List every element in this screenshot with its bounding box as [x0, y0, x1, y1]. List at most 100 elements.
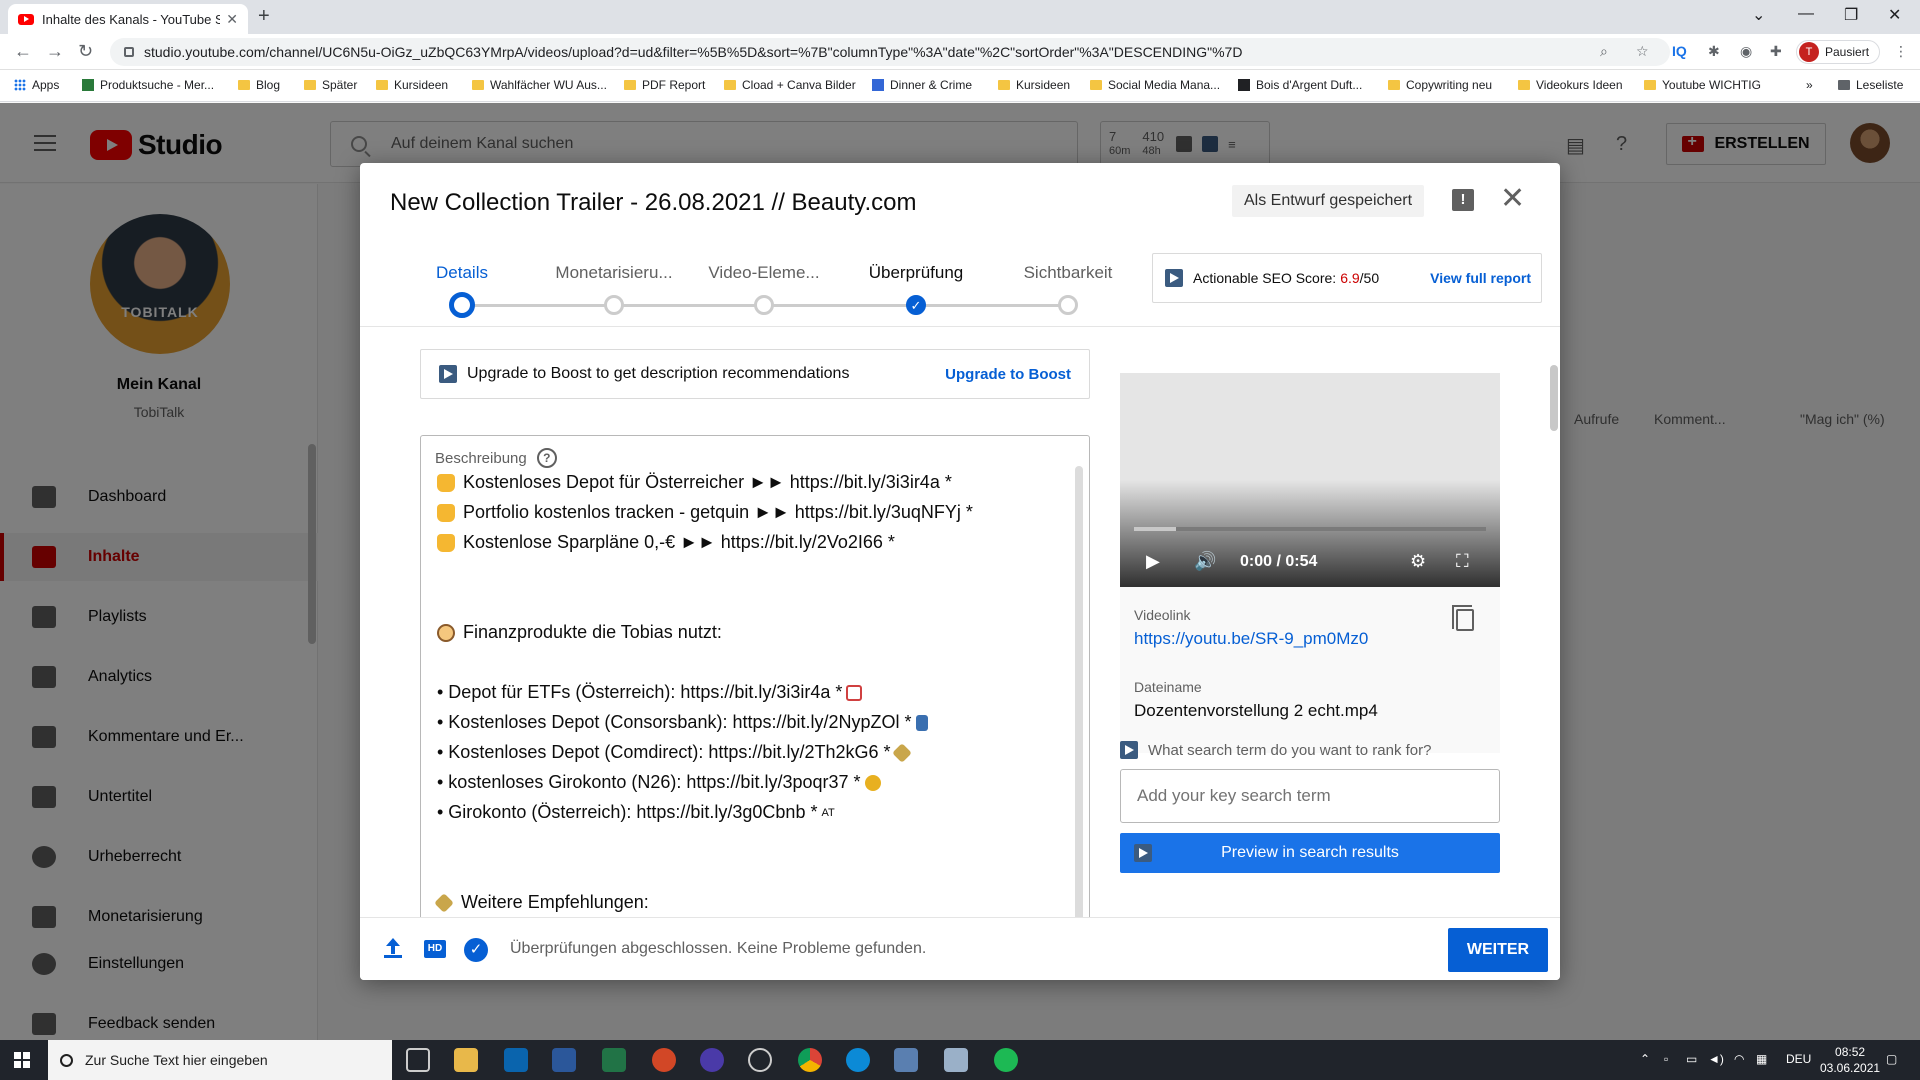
file-explorer-icon[interactable] — [454, 1048, 478, 1072]
edge-icon[interactable] — [846, 1048, 870, 1072]
bookmark-item[interactable]: Dinner & Crime — [872, 78, 972, 92]
bookmark-item[interactable]: Später — [304, 78, 357, 92]
bookmark-item[interactable]: Kursideen — [376, 78, 448, 92]
browser-tab[interactable]: Inhalte des Kanals - YouTube Stu ✕ — [8, 4, 248, 34]
chrome-icon[interactable] — [798, 1048, 822, 1072]
step-dot-video-elements[interactable] — [754, 295, 774, 315]
step-dot-visibility[interactable] — [1058, 295, 1078, 315]
bookmark-item[interactable]: Wahlfächer WU Aus... — [472, 78, 607, 92]
close-icon[interactable]: ✕ — [1500, 181, 1525, 216]
checkmark-icon[interactable]: ✓ — [906, 295, 926, 315]
app-icon[interactable] — [700, 1048, 724, 1072]
tray-chevron-icon[interactable]: ⌃ — [1640, 1052, 1650, 1066]
bookmark-star-icon[interactable]: ☆ — [1636, 43, 1649, 60]
zoom-icon[interactable]: ⌕ — [1600, 43, 1608, 60]
play-icon[interactable]: ▶ — [1146, 551, 1160, 572]
extensions-puzzle-icon[interactable]: ✚ — [1770, 43, 1782, 60]
dialog-scrollbar[interactable] — [1550, 365, 1558, 431]
volume-icon[interactable]: ◄) — [1708, 1052, 1724, 1066]
network-icon[interactable]: ▭ — [1686, 1052, 1697, 1066]
task-view-icon[interactable] — [406, 1048, 430, 1072]
tubebuddy-icon — [1134, 844, 1152, 862]
reading-list[interactable]: Leseliste — [1838, 78, 1903, 92]
bookmark-item[interactable]: Produktsuche - Mer... — [82, 78, 214, 92]
obs-icon[interactable] — [748, 1048, 772, 1072]
description-label: Beschreibung ? — [435, 448, 557, 468]
bookmark-item[interactable]: Videokurs Ideen — [1518, 78, 1623, 92]
volume-icon[interactable]: 🔊 — [1194, 551, 1216, 572]
new-tab-icon[interactable]: + — [258, 5, 270, 28]
bookmark-item[interactable]: Youtube WICHTIG — [1644, 78, 1761, 92]
windows-start-icon[interactable] — [14, 1052, 30, 1068]
step-visibility[interactable]: Sichtbarkeit — [1024, 263, 1113, 283]
help-icon[interactable]: ? — [536, 448, 557, 468]
bookmark-item[interactable]: Blog — [238, 78, 280, 92]
fullscreen-icon[interactable]: ⛶ — [1456, 551, 1469, 572]
word-icon[interactable] — [552, 1048, 576, 1072]
step-checks[interactable]: Überprüfung — [869, 263, 964, 283]
step-dot-monetization[interactable] — [604, 295, 624, 315]
key-search-term-input[interactable] — [1120, 769, 1500, 823]
wifi-icon[interactable]: ◠ — [1734, 1052, 1744, 1066]
notifications-icon[interactable]: ▢ — [1886, 1052, 1897, 1066]
description-field[interactable]: Beschreibung ? Kostenloses Depot für Öst… — [420, 435, 1090, 935]
bookmark-item[interactable]: Social Media Mana... — [1090, 78, 1220, 92]
bookmark-item[interactable]: PDF Report — [624, 78, 705, 92]
thumbs-up-icon — [437, 473, 455, 492]
search-icon — [60, 1053, 73, 1067]
language-indicator[interactable]: DEU — [1786, 1052, 1811, 1066]
step-dot-details[interactable] — [449, 292, 475, 318]
url-field[interactable]: studio.youtube.com/channel/UC6N5u-OiGz_u… — [110, 38, 1670, 66]
view-full-report-link[interactable]: View full report — [1430, 270, 1531, 286]
reload-icon[interactable]: ↻ — [78, 41, 93, 62]
seo-score-box: Actionable SEO Score: 6.9 /50 View full … — [1152, 253, 1542, 303]
powerpoint-icon[interactable] — [652, 1048, 676, 1072]
clock-date: 03.06.2021 — [1820, 1061, 1881, 1075]
excel-icon[interactable] — [602, 1048, 626, 1072]
bookmark-item[interactable]: Kursideen — [998, 78, 1070, 92]
video-link[interactable]: https://youtu.be/SR-9_pm0Mz0 — [1134, 629, 1368, 649]
forward-icon[interactable]: → — [46, 41, 64, 62]
close-tab-icon[interactable]: ✕ — [226, 11, 238, 28]
bookmark-apps[interactable]: Apps — [14, 78, 59, 92]
spotify-icon[interactable] — [994, 1048, 1018, 1072]
extension-icon[interactable]: ✱ — [1708, 43, 1720, 60]
preview-search-results-button[interactable]: Preview in search results — [1120, 833, 1500, 873]
clock[interactable]: 08:52 03.06.2021 — [1820, 1044, 1880, 1076]
taskbar-search[interactable]: Zur Suche Text hier eingeben — [48, 1040, 392, 1080]
folder-icon — [724, 80, 736, 90]
extension-icon[interactable]: ◉ — [1740, 43, 1752, 60]
chart-emoji-icon — [846, 684, 863, 701]
tray-icon[interactable]: ▫ — [1664, 1052, 1668, 1066]
copy-icon[interactable] — [1452, 605, 1474, 631]
bookmark-item[interactable]: Copywriting neu — [1388, 78, 1492, 92]
app-icon[interactable] — [894, 1048, 918, 1072]
minimize-icon[interactable]: — — [1798, 5, 1814, 23]
report-icon[interactable]: ! — [1452, 189, 1474, 211]
step-monetization[interactable]: Monetarisieru... — [555, 263, 672, 283]
dialog-title: New Collection Trailer - 26.08.2021 // B… — [390, 189, 917, 216]
close-window-icon[interactable]: ✕ — [1888, 5, 1901, 25]
dialog-footer: HD ✓ Überprüfungen abgeschlossen. Keine … — [360, 917, 1560, 980]
description-scrollbar[interactable] — [1075, 466, 1083, 934]
bookmark-item[interactable]: Bois d'Argent Duft... — [1238, 78, 1362, 92]
video-progress-bar[interactable] — [1134, 527, 1486, 531]
browser-menu-icon[interactable]: ⋮ — [1894, 43, 1908, 60]
iq-extension-icon[interactable]: IQ — [1672, 43, 1687, 59]
bookmark-favicon-icon — [872, 79, 884, 91]
video-player[interactable]: ▶ 🔊 0:00 / 0:54 ⚙ ⛶ — [1120, 373, 1500, 587]
next-button[interactable]: WEITER — [1448, 928, 1548, 972]
tab-search-icon[interactable]: ⌄ — [1752, 5, 1765, 25]
bookmark-item[interactable]: Cload + Canva Bilder — [724, 78, 856, 92]
back-icon[interactable]: ← — [14, 41, 32, 62]
app-icon[interactable] — [944, 1048, 968, 1072]
keyboard-icon[interactable]: ▦ — [1756, 1052, 1767, 1066]
profile-button[interactable]: T Pausiert — [1796, 40, 1880, 64]
upgrade-to-boost-link[interactable]: Upgrade to Boost — [945, 366, 1071, 383]
settings-gear-icon[interactable]: ⚙ — [1410, 551, 1426, 572]
mail-icon[interactable] — [504, 1048, 528, 1072]
step-details[interactable]: Details — [436, 263, 488, 283]
step-video-elements[interactable]: Video-Eleme... — [708, 263, 819, 283]
restore-icon[interactable]: ❐ — [1844, 5, 1858, 25]
more-bookmarks-icon[interactable]: » — [1806, 78, 1813, 92]
